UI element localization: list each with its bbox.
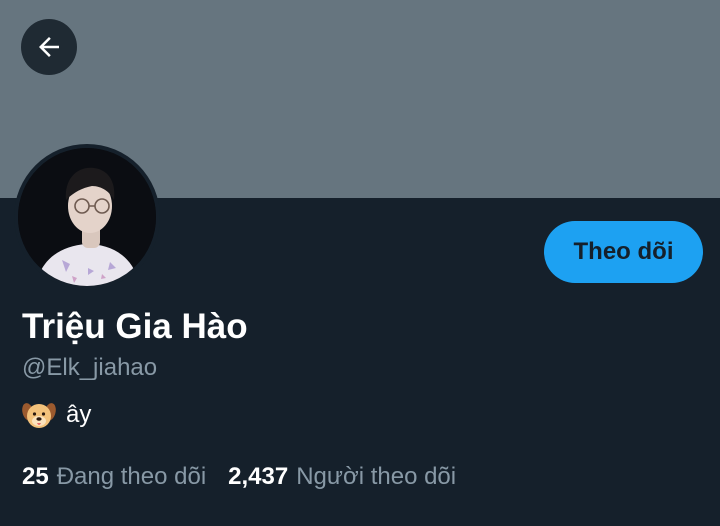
back-button[interactable] bbox=[21, 19, 77, 75]
following-link[interactable]: 25 Đang theo dõi bbox=[22, 460, 206, 494]
following-count: 25 bbox=[22, 463, 49, 490]
profile-stats: 25 Đang theo dõi 2,437 Người theo dõi bbox=[22, 460, 456, 494]
dog-face-icon bbox=[22, 403, 56, 428]
followers-count: 2,437 bbox=[228, 463, 289, 490]
avatar-photo bbox=[18, 148, 156, 286]
followers-label: Người theo dõi bbox=[296, 463, 457, 490]
profile-bio-text: ây bbox=[66, 401, 92, 428]
arrow-left-icon bbox=[39, 37, 59, 57]
followers-link[interactable]: 2,437 Người theo dõi bbox=[228, 460, 456, 494]
following-label: Đang theo dõi bbox=[56, 463, 207, 490]
profile-bio: ây bbox=[22, 398, 91, 432]
follow-button[interactable]: Theo dõi bbox=[544, 221, 703, 283]
profile-display-name: Triệu Gia Hào bbox=[22, 307, 248, 346]
avatar[interactable] bbox=[18, 148, 156, 286]
profile-handle: @Elk_jiahao bbox=[22, 354, 158, 381]
